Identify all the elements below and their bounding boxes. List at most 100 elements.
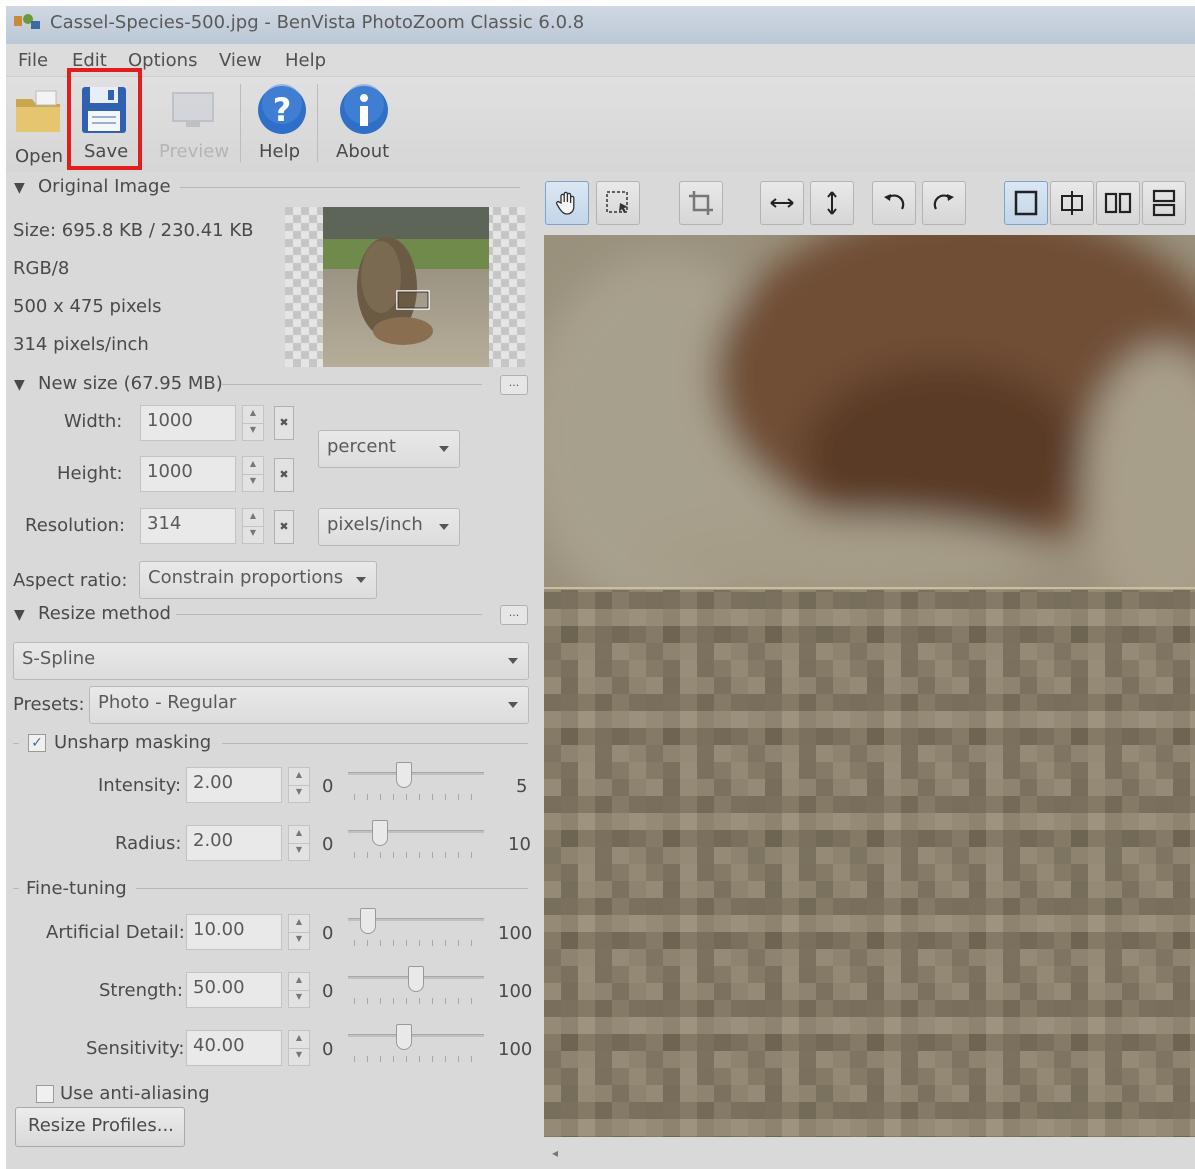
chevron-down-icon: [439, 524, 449, 530]
sensitivity-input[interactable]: 40.00: [186, 1030, 282, 1066]
radius-label: Radius:: [115, 833, 182, 854]
artificial-detail-slider-thumb[interactable]: [360, 908, 376, 934]
collapse-triangle-icon[interactable]: ▼: [14, 607, 25, 623]
strength-label: Strength:: [99, 980, 183, 1001]
side-by-side-view-button[interactable]: [1096, 181, 1140, 225]
selection-tool-button[interactable]: [596, 181, 640, 225]
menu-file[interactable]: File: [18, 50, 48, 71]
preview-button[interactable]: Preview: [156, 84, 230, 166]
single-view-button[interactable]: [1004, 181, 1048, 225]
size-unit-select[interactable]: percent: [318, 430, 460, 468]
resolution-input[interactable]: 314: [140, 508, 236, 544]
scroll-left-arrow-icon[interactable]: ◂: [552, 1146, 558, 1160]
original-size: Size: 695.8 KB / 230.41 KB: [13, 220, 254, 241]
section-divider: [13, 743, 19, 744]
help-button[interactable]: ? Help: [252, 84, 310, 166]
collapse-triangle-icon[interactable]: ▼: [14, 377, 25, 393]
horizontal-arrow-icon: [770, 198, 794, 208]
intensity-slider-thumb[interactable]: [396, 762, 412, 788]
flip-horizontal-button[interactable]: [760, 181, 804, 225]
chevron-down-icon: [356, 577, 366, 583]
sensitivity-slider-thumb[interactable]: [396, 1024, 412, 1050]
original-image-heading: Original Image: [38, 176, 171, 197]
intensity-spinner[interactable]: ▲ ▼: [288, 767, 310, 803]
menu-help[interactable]: Help: [285, 50, 326, 71]
crop-tool-button[interactable]: [679, 181, 723, 225]
height-spinner[interactable]: ▲ ▼: [242, 456, 264, 492]
svg-text:?: ?: [273, 91, 292, 129]
open-button[interactable]: Open: [12, 85, 68, 167]
strength-input[interactable]: 50.00: [186, 972, 282, 1008]
width-spinner[interactable]: ▲ ▼: [242, 405, 264, 441]
artificial-detail-min: 0: [322, 923, 334, 944]
intensity-min: 0: [322, 776, 334, 797]
rotate-right-button[interactable]: [922, 181, 966, 225]
resize-method-heading: Resize method: [38, 603, 171, 624]
app-logo-icon: [14, 12, 40, 30]
about-button[interactable]: About: [330, 84, 396, 166]
presets-label: Presets:: [13, 694, 85, 715]
two-rows-icon: [1152, 189, 1176, 217]
resolution-unit-value: pixels/inch: [327, 514, 423, 535]
stacked-view-button[interactable]: [1142, 181, 1186, 225]
image-preview-canvas[interactable]: [544, 235, 1195, 1137]
strength-spinner[interactable]: ▲ ▼: [288, 972, 310, 1008]
intensity-input[interactable]: 2.00: [186, 767, 282, 803]
strength-min: 0: [322, 981, 334, 1002]
radius-slider-thumb[interactable]: [372, 820, 388, 846]
vertical-arrow-icon: [827, 191, 837, 215]
resolution-spinner[interactable]: ▲ ▼: [242, 508, 264, 544]
chevron-down-icon: [508, 702, 518, 708]
fine-tuning-heading: Fine-tuning: [26, 878, 127, 899]
hand-icon: [555, 191, 575, 215]
radius-input[interactable]: 2.00: [186, 825, 282, 861]
slider-ticks: [354, 852, 478, 858]
strength-slider[interactable]: [348, 966, 484, 1006]
width-input[interactable]: 1000: [140, 405, 236, 441]
artificial-detail-slider[interactable]: [348, 908, 484, 948]
resolution-link-button[interactable]: ✖: [274, 510, 294, 544]
chevron-down-icon: [508, 658, 518, 664]
resolution-label: Resolution:: [25, 515, 126, 536]
artificial-detail-spinner[interactable]: ▲ ▼: [288, 914, 310, 950]
rotate-right-icon: [933, 194, 954, 210]
strength-slider-thumb[interactable]: [408, 966, 424, 992]
rotate-left-button[interactable]: [872, 181, 916, 225]
unsharp-masking-checkbox[interactable]: ✓: [28, 734, 46, 752]
resolution-unit-select[interactable]: pixels/inch: [318, 508, 460, 546]
artificial-detail-input[interactable]: 10.00: [186, 914, 282, 950]
aspect-ratio-value: Constrain proportions: [148, 567, 344, 588]
presets-value: Photo - Regular: [98, 692, 237, 713]
slider-ticks: [354, 794, 478, 800]
about-label: About: [336, 141, 390, 162]
resize-method-select[interactable]: S-Spline: [13, 642, 529, 680]
resize-profiles-button[interactable]: Resize Profiles...: [15, 1107, 185, 1147]
slider-track: [348, 830, 484, 833]
sensitivity-label: Sensitivity:: [86, 1038, 185, 1059]
section-divider: [13, 888, 19, 889]
hand-tool-button[interactable]: [545, 181, 589, 225]
preview-label: Preview: [159, 141, 230, 162]
radius-spinner[interactable]: ▲ ▼: [288, 825, 310, 861]
section-divider: [180, 187, 520, 188]
width-link-button[interactable]: ✖: [274, 406, 294, 440]
resize-method-options-button[interactable]: ...: [500, 605, 528, 625]
split-view-button[interactable]: [1050, 181, 1094, 225]
artificial-detail-label: Artificial Detail:: [46, 922, 185, 943]
image-thumbnail[interactable]: [285, 207, 525, 367]
intensity-slider[interactable]: [348, 762, 484, 802]
aspect-ratio-select[interactable]: Constrain proportions: [139, 561, 377, 599]
sensitivity-spinner[interactable]: ▲ ▼: [288, 1030, 310, 1066]
collapse-triangle-icon[interactable]: ▼: [14, 180, 25, 196]
flip-vertical-button[interactable]: [810, 181, 854, 225]
menu-view[interactable]: View: [219, 50, 262, 71]
radius-slider[interactable]: [348, 820, 484, 860]
new-size-options-button[interactable]: ...: [500, 375, 528, 395]
presets-select[interactable]: Photo - Regular: [89, 686, 529, 724]
toolbar-separator: [317, 84, 318, 162]
sensitivity-slider[interactable]: [348, 1024, 484, 1064]
height-link-button[interactable]: ✖: [274, 458, 294, 492]
height-input[interactable]: 1000: [140, 456, 236, 492]
anti-aliasing-checkbox[interactable]: [36, 1085, 54, 1103]
help-label: Help: [259, 141, 301, 162]
